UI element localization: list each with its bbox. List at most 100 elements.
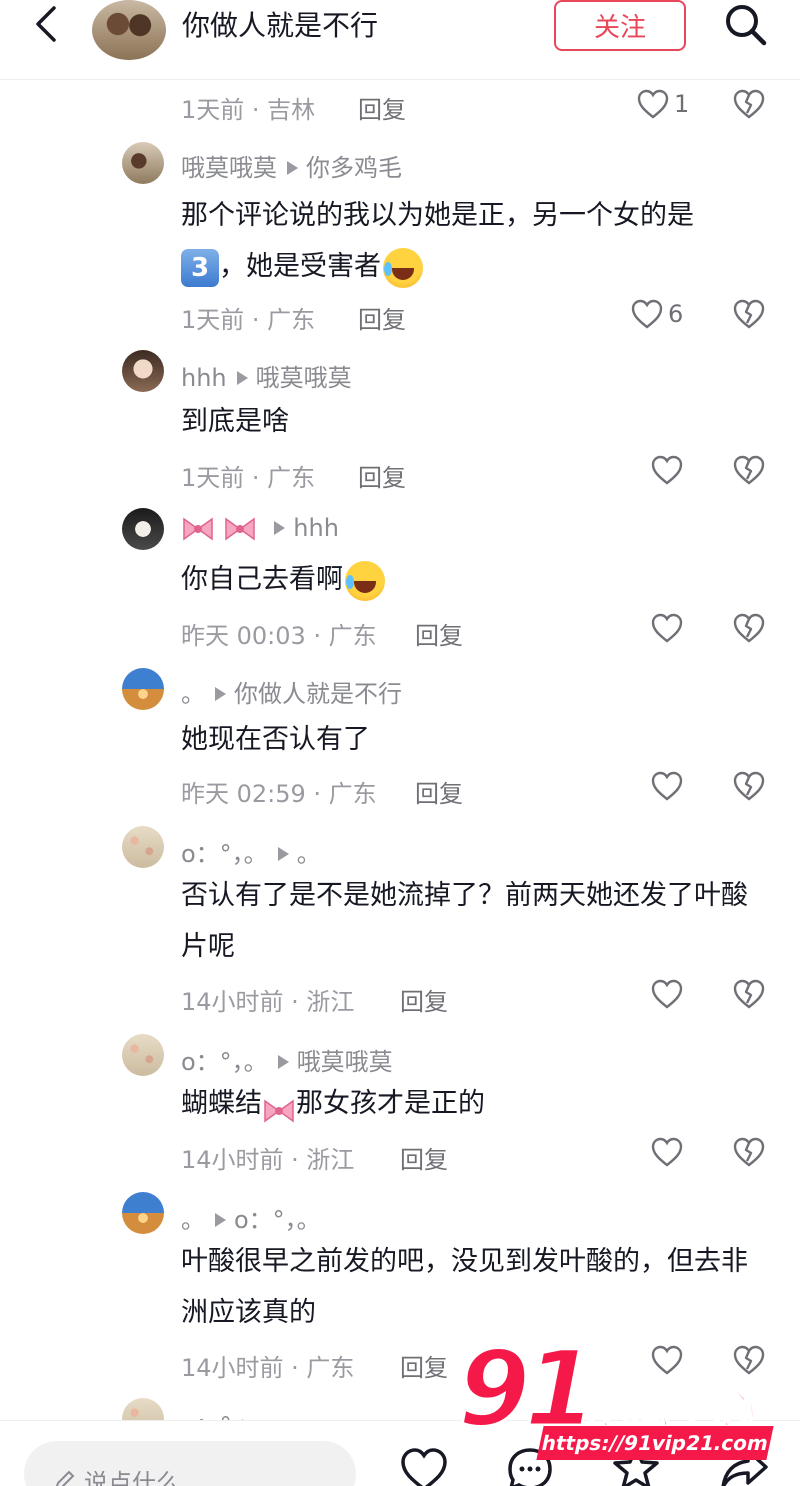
comment-time-location: 1天前 · 广东 (181, 464, 316, 492)
pencil-icon (55, 1470, 75, 1486)
watermark-url: https://91vip21.com (536, 1426, 774, 1460)
reply-to-username[interactable]: 。 (297, 840, 321, 868)
username[interactable]: o：°，。 (181, 840, 268, 868)
comment-username[interactable]: hhh 哦莫哦莫 (181, 358, 352, 393)
username[interactable]: 。 (181, 1206, 205, 1234)
avatar[interactable] (122, 1034, 164, 1076)
comment-text: 否认有了是不是她流掉了？前两天她还发了叶酸片呢 (181, 880, 748, 962)
reply-arrow-icon (274, 521, 286, 535)
reply-button[interactable]: 回复 (358, 300, 406, 335)
comment-text-part: 蝴蝶结 (181, 1088, 262, 1119)
broken-heart-icon[interactable] (732, 770, 766, 802)
username[interactable]: o：°，。 (181, 1048, 268, 1076)
comment-input[interactable]: 说点什么 (24, 1441, 356, 1486)
reply-to-username[interactable]: 你做人就是不行 (234, 680, 402, 708)
comment-text-part: 那个评论说的我以为她是正，另一个女的是 (181, 200, 694, 231)
avatar[interactable] (122, 142, 164, 184)
site-watermark: 91 吃瓜中心 https://91vip21.com (457, 1327, 788, 1466)
reply-to-username[interactable]: 哦莫哦莫 (256, 364, 352, 392)
comment-text: 叶酸很早之前发的吧，没见到发叶酸的，但去非洲应该真的 (181, 1246, 748, 1328)
comment-text-part: 你自己去看啊 (181, 564, 343, 595)
comment-username[interactable]: 。 o：°，。 (181, 1200, 321, 1235)
reply-arrow-icon (215, 687, 226, 701)
comment-time-location: 14小时前 · 广东 (181, 1354, 355, 1382)
follow-button[interactable]: 关注 (554, 0, 686, 51)
reply-to-username[interactable]: hhh (293, 514, 339, 542)
reply-arrow-icon (277, 1055, 289, 1069)
comment-username[interactable]: o：°，。 哦莫哦莫 (181, 1042, 393, 1077)
comment-text-part: ，她是受害者 (219, 251, 381, 282)
reply-button[interactable]: 回复 (400, 982, 448, 1017)
reply-button[interactable]: 回复 (400, 1348, 448, 1383)
username[interactable]: hhh (181, 364, 227, 392)
like-count: 1 (674, 90, 690, 118)
author-name[interactable]: 你做人就是不行 (182, 4, 378, 44)
avatar[interactable] (122, 508, 164, 550)
like-button[interactable] (650, 978, 684, 1010)
broken-heart-icon[interactable] (732, 1136, 766, 1168)
heart-icon (651, 613, 683, 643)
reply-button[interactable]: 回复 (358, 458, 406, 493)
avatar[interactable] (122, 668, 164, 710)
heart-icon (651, 771, 683, 801)
reply-to-username[interactable]: 你多鸡毛 (306, 154, 402, 182)
like-button[interactable] (650, 770, 684, 802)
reply-button[interactable]: 回复 (400, 1140, 448, 1175)
comment-username[interactable]: o：°，。 。 (181, 834, 321, 869)
reply-arrow-icon (236, 371, 248, 385)
heart-icon (651, 1137, 683, 1167)
reply-button[interactable]: 回复 (415, 616, 463, 651)
comment-input-placeholder: 说点什么 (84, 1469, 180, 1486)
reply-button[interactable]: 回复 (415, 774, 463, 809)
like-button[interactable] (650, 454, 684, 486)
like-button[interactable]: 6 (630, 298, 683, 330)
comment-time-location: 昨天 02:59 · 广东 (181, 780, 377, 808)
heart-icon (651, 455, 683, 485)
broken-heart-icon[interactable] (732, 454, 766, 486)
reply-to-username[interactable]: 哦莫哦莫 (297, 1048, 393, 1076)
comment-time-location: 14小时前 · 浙江 (181, 1146, 355, 1174)
ribbon-bow-emoji (262, 1091, 296, 1122)
laughing-crying-emoji (383, 247, 423, 288)
keycap-3-emoji: 3 (181, 248, 219, 287)
heart-icon[interactable] (398, 1443, 450, 1486)
comment-username[interactable]: 哦莫哦莫 你多鸡毛 (181, 148, 402, 183)
like-button[interactable]: 1 (636, 88, 689, 120)
comment-time-location: 昨天 00:03 · 广东 (181, 622, 377, 650)
reply-arrow-icon (277, 847, 289, 861)
avatar[interactable] (122, 350, 164, 392)
top-nav-bar: 你做人就是不行 关注 (0, 0, 800, 80)
username[interactable]: 哦莫哦莫 (181, 154, 277, 182)
comment-text: 蝴蝶结 那女孩才是正的 (181, 1078, 771, 1129)
reply-arrow-icon (287, 161, 298, 175)
comment-text: 到底是啥 (181, 406, 289, 437)
search-icon[interactable] (722, 0, 770, 48)
ribbon-bow-emoji (181, 515, 215, 543)
like-count: 6 (668, 300, 684, 328)
laughing-crying-emoji (345, 560, 385, 601)
back-arrow-icon[interactable] (28, 2, 68, 46)
ribbon-bow-emoji (223, 515, 257, 543)
heart-icon (631, 299, 663, 329)
like-button[interactable] (650, 612, 684, 644)
like-button[interactable] (650, 1136, 684, 1168)
comment-time-location: 1天前 · 吉林 (181, 96, 316, 124)
comment-text: 你自己去看啊 (181, 554, 771, 605)
comment-username[interactable]: 。 你做人就是不行 (181, 674, 402, 709)
avatar[interactable] (122, 826, 164, 868)
comment-time-location: 1天前 · 广东 (181, 306, 316, 334)
reply-arrow-icon (215, 1213, 226, 1227)
reply-button[interactable]: 回复 (358, 90, 406, 125)
comment-time-location: 14小时前 · 浙江 (181, 988, 355, 1016)
heart-icon (637, 89, 669, 119)
broken-heart-icon[interactable] (732, 298, 766, 330)
author-avatar[interactable] (92, 0, 166, 60)
comment-username[interactable]: hhh (181, 514, 339, 543)
username[interactable]: 。 (181, 680, 205, 708)
reply-to-username[interactable]: o：°，。 (234, 1206, 321, 1234)
avatar[interactable] (122, 1192, 164, 1234)
broken-heart-icon[interactable] (732, 978, 766, 1010)
broken-heart-icon[interactable] (732, 88, 766, 120)
comment-text-part: 那女孩才是正的 (296, 1088, 485, 1119)
broken-heart-icon[interactable] (732, 612, 766, 644)
